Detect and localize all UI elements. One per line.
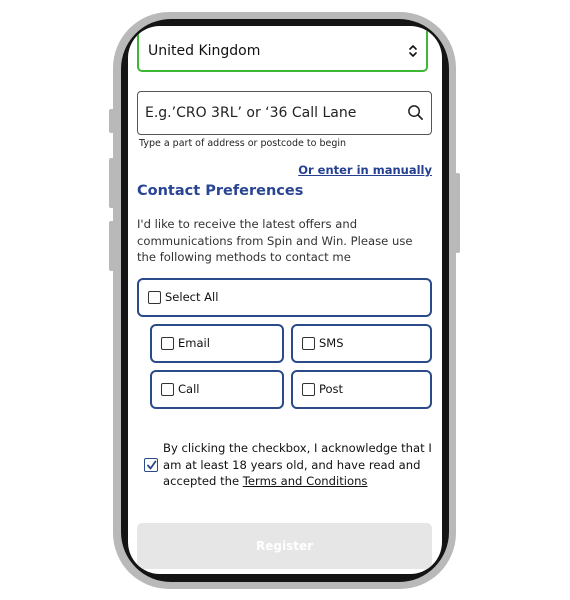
select-all-option[interactable]: Select All xyxy=(137,278,432,317)
call-option[interactable]: Call xyxy=(150,370,284,409)
address-hint: Type a part of address or postcode to be… xyxy=(139,138,347,149)
enter-manually-link[interactable]: Or enter in manually xyxy=(298,163,432,177)
post-option[interactable]: Post xyxy=(291,370,432,409)
checkmark-icon xyxy=(146,460,156,469)
post-label: Post xyxy=(319,382,344,396)
phone-screen: United Kingdom Type a part of address or… xyxy=(128,26,442,574)
register-button[interactable]: Register xyxy=(137,523,432,569)
select-all-checkbox[interactable] xyxy=(148,291,161,304)
call-label: Call xyxy=(178,382,200,396)
call-checkbox[interactable] xyxy=(161,383,174,396)
contact-preferences-heading: Contact Preferences xyxy=(137,183,304,199)
contact-preferences-intro: I'd like to receive the latest offers an… xyxy=(137,217,413,264)
address-search-field xyxy=(137,91,432,135)
sms-checkbox[interactable] xyxy=(302,337,315,350)
phone-side-button xyxy=(109,109,114,133)
terms-and-conditions-link[interactable]: Terms and Conditions xyxy=(243,474,368,488)
email-checkbox[interactable] xyxy=(161,337,174,350)
country-select[interactable]: United Kingdom xyxy=(137,31,428,72)
sms-option[interactable]: SMS xyxy=(291,324,432,363)
email-option[interactable]: Email xyxy=(150,324,284,363)
email-label: Email xyxy=(178,336,210,350)
phone-volume-up-button xyxy=(109,158,114,208)
age-consent-text: By clicking the checkbox, I acknowledge … xyxy=(163,440,433,490)
address-search-input[interactable] xyxy=(145,92,395,133)
phone-power-button xyxy=(455,173,460,253)
chevron-up-down-icon xyxy=(409,45,417,57)
post-checkbox[interactable] xyxy=(302,383,315,396)
age-consent-checkbox[interactable] xyxy=(144,458,158,472)
select-all-label: Select All xyxy=(165,290,219,304)
sms-label: SMS xyxy=(319,336,344,350)
country-select-value: United Kingdom xyxy=(148,43,261,59)
search-icon[interactable] xyxy=(407,104,424,121)
phone-volume-down-button xyxy=(109,221,114,271)
